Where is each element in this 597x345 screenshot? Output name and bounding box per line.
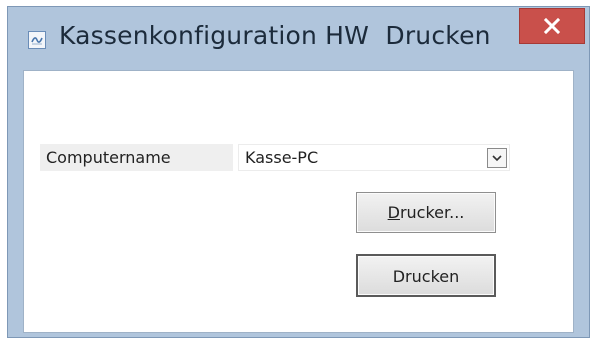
- dialog-window: Kassenkonfiguration HW Drucken Computern…: [7, 6, 590, 338]
- close-icon: [544, 18, 560, 34]
- close-button[interactable]: [519, 8, 585, 44]
- computername-combobox[interactable]: Kasse-PC: [238, 144, 510, 171]
- chevron-down-icon: [492, 155, 502, 162]
- screenshot: Kassenkonfiguration HW Drucken Computern…: [0, 0, 597, 345]
- window-title: Kassenkonfiguration HW Drucken: [59, 21, 491, 50]
- dialog-content: Computername Kasse-PC Drucker... Drucken: [23, 70, 574, 333]
- computername-dropdown-button[interactable]: [487, 148, 507, 168]
- computername-value: Kasse-PC: [245, 148, 319, 167]
- print-button[interactable]: Drucken: [356, 254, 496, 297]
- title-bar[interactable]: Kassenkonfiguration HW Drucken: [8, 7, 589, 71]
- computername-label: Computername: [40, 144, 233, 171]
- printer-button-label: rucker...: [399, 203, 465, 222]
- printer-button-mnemonic: D: [387, 203, 400, 222]
- printer-button[interactable]: Drucker...: [356, 192, 496, 233]
- app-form-icon: [28, 31, 46, 49]
